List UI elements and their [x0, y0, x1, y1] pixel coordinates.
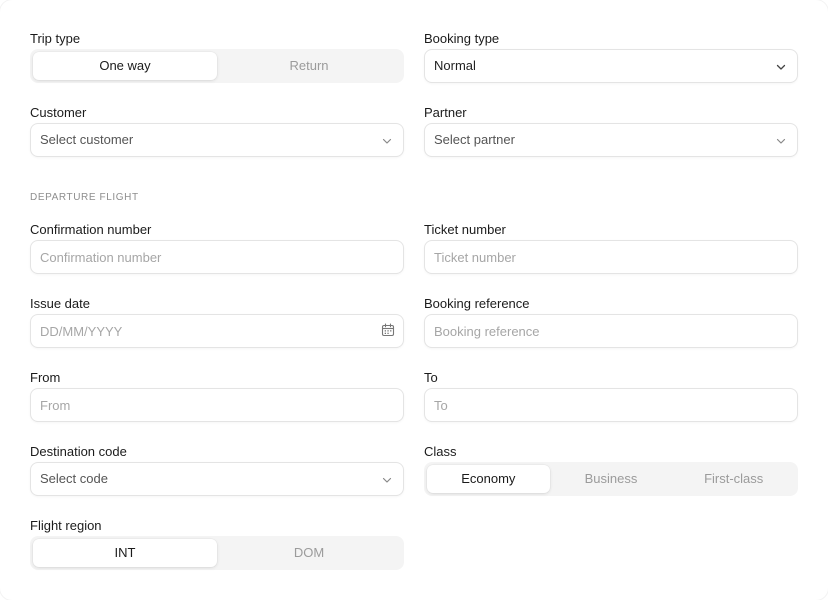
booking-type-label: Booking type [424, 31, 500, 46]
flight-region-option-dom[interactable]: DOM [217, 539, 401, 567]
booking-type-select[interactable]: Normal [424, 49, 798, 83]
customer-select[interactable]: Select customer [30, 123, 404, 157]
partner-value: Select partner [434, 132, 515, 147]
customer-value: Select customer [40, 132, 134, 147]
partner-select[interactable]: Select partner [424, 123, 798, 157]
class-label: Class [424, 444, 457, 459]
chevron-down-icon [382, 477, 392, 483]
confirmation-number-label: Confirmation number [30, 222, 152, 237]
flight-region-segmented-control: INT DOM [30, 536, 404, 570]
class-option-first-class[interactable]: First-class [672, 465, 795, 493]
from-label: From [30, 370, 61, 385]
chevron-down-icon [776, 64, 786, 70]
ticket-number-label: Ticket number [424, 222, 506, 237]
partner-label: Partner [424, 105, 467, 120]
trip-type-option-return[interactable]: Return [217, 52, 401, 80]
trip-type-option-one-way[interactable]: One way [33, 52, 217, 80]
calendar-icon[interactable] [381, 323, 395, 337]
destination-code-select[interactable]: Select code [30, 462, 404, 496]
booking-reference-input[interactable] [424, 314, 798, 348]
to-input[interactable] [424, 388, 798, 422]
section-title-departure-flight: DEPARTURE FLIGHT [30, 192, 139, 203]
trip-type-label: Trip type [30, 31, 81, 46]
flight-region-label: Flight region [30, 518, 102, 533]
class-option-business[interactable]: Business [550, 465, 673, 493]
chevron-down-icon [776, 138, 786, 144]
booking-type-value: Normal [434, 58, 476, 73]
to-label: To [424, 370, 438, 385]
booking-form: Trip type One way Return Booking type No… [0, 0, 828, 600]
trip-type-segmented-control: One way Return [30, 49, 404, 83]
issue-date-input[interactable] [30, 314, 404, 348]
issue-date-label: Issue date [30, 296, 90, 311]
customer-label: Customer [30, 105, 87, 120]
chevron-down-icon [382, 138, 392, 144]
booking-reference-label: Booking reference [424, 296, 530, 311]
confirmation-number-input[interactable] [30, 240, 404, 274]
class-option-economy[interactable]: Economy [427, 465, 550, 493]
destination-code-value: Select code [40, 471, 108, 486]
flight-region-option-int[interactable]: INT [33, 539, 217, 567]
destination-code-label: Destination code [30, 444, 127, 459]
ticket-number-input[interactable] [424, 240, 798, 274]
class-segmented-control: Economy Business First-class [424, 462, 798, 496]
from-input[interactable] [30, 388, 404, 422]
